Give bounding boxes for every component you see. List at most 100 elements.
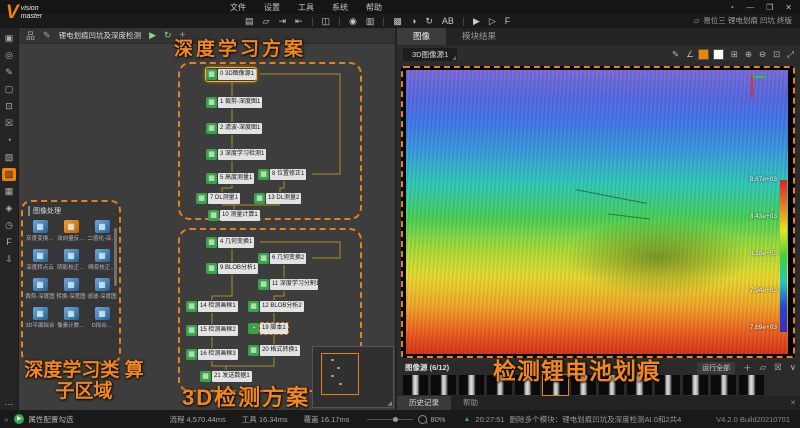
flow-tab[interactable]: 锂电划痕凹坑及深度检测 [59, 30, 142, 41]
pie-tool-icon[interactable]: ◔ [2, 134, 16, 147]
flow-run-icon[interactable]: ▶ [149, 30, 156, 41]
save-icon[interactable]: ▤ [245, 15, 254, 28]
tab-image[interactable]: 图像 [397, 28, 447, 45]
measure-icon[interactable]: ∠ [686, 49, 694, 60]
fit-icon[interactable]: ⊡ [773, 49, 780, 60]
operator-item[interactable]: ▦ 深度转点云 [25, 249, 55, 271]
calibration-matrix-icon[interactable]: ▥ [366, 15, 375, 28]
ratio-tool-icon[interactable]: ▧ [2, 151, 16, 164]
target-tool-icon[interactable]: ◎ [2, 49, 16, 62]
operator-item[interactable]: ▦ 裁剪-深度图 [25, 278, 55, 300]
zoom-in-icon[interactable]: ⊕ [745, 49, 752, 60]
minimap-viewport[interactable] [321, 353, 359, 395]
run-continuous-icon[interactable]: ▷ [489, 15, 496, 28]
open-folder-icon[interactable]: ▱ [263, 15, 270, 28]
palette-scrollbar[interactable] [114, 228, 117, 286]
export-icon[interactable]: ⇤ [295, 15, 303, 28]
pin-icon[interactable]: ◔ [729, 3, 734, 12]
flow-edit-icon[interactable]: ✎ [43, 30, 51, 41]
collapse-filmstrip-icon[interactable]: ∨ [790, 362, 796, 373]
flow-node-b9[interactable]: ▦ 20 格式转换1 [248, 344, 300, 357]
close-button[interactable]: ✕ [785, 3, 792, 12]
menu-item-1[interactable]: 设置 [264, 2, 280, 13]
flow-node-b8[interactable]: ◔ 19 脚本1 [248, 322, 289, 335]
open-image-folder-icon[interactable]: ▱ [760, 362, 767, 373]
zoom-slider-knob[interactable] [393, 416, 399, 422]
minimap-resize-handle[interactable]: ◢ [387, 400, 392, 407]
fill-tool-icon[interactable]: ◈ [2, 202, 16, 215]
operator-item[interactable]: ▦ 灰度变换… [25, 220, 55, 242]
flow-node-b7[interactable]: ▦ 12 BLOB分析2 [248, 300, 304, 313]
flow-step-icon[interactable]: ↻ [164, 30, 172, 41]
import-icon[interactable]: ⇥ [278, 15, 286, 28]
menu-item-2[interactable]: 工具 [298, 2, 314, 13]
tab-module-result[interactable]: 模块结果 [446, 28, 512, 45]
flow-node-t2[interactable]: ▦ 2 滤波-深度图1 [206, 122, 263, 135]
operator-item[interactable]: ▦ D拟合… [87, 307, 117, 329]
operator-item[interactable]: ▦ 阴影校正… [56, 249, 86, 271]
flow-node-b2[interactable]: ▦ 9 BLOB分析1 [206, 262, 259, 275]
minimize-button[interactable]: — [746, 3, 754, 12]
camera-tool-icon[interactable]: ▣ [2, 32, 16, 45]
zoom-slider[interactable] [367, 416, 414, 422]
operator-item[interactable]: ▦ 畸变校正… [87, 249, 117, 271]
layers-tool-icon[interactable]: ▢ [2, 83, 16, 96]
image-thumbnail-2[interactable] [459, 375, 484, 395]
statusbar-collapse-icon[interactable]: » [4, 415, 8, 424]
focus-tool-icon[interactable]: ⊡ [2, 100, 16, 113]
heatmap-viewer[interactable]: 8.67e+03 8.43e+03 8.18e+03 7.94e+03 7.69e+03 [401, 66, 795, 358]
image-thumbnail-12[interactable] [739, 375, 764, 395]
tab-history[interactable]: 历史记录 [397, 396, 451, 410]
histogram-tool-icon[interactable]: ▦ [2, 185, 16, 198]
image-thumbnail-11[interactable] [711, 375, 736, 395]
clear-history-icon[interactable]: ✕ [790, 399, 796, 407]
run-once-icon[interactable]: ▶ [473, 15, 480, 28]
image-source-dropdown[interactable]: 3D图像源1 [403, 48, 458, 61]
fullscreen-icon[interactable]: ⤢ [787, 49, 794, 60]
clock-tool-icon[interactable]: ◷ [2, 219, 16, 232]
operator-item[interactable]: ▦ 法向量反… [56, 220, 86, 242]
formula-tool-icon[interactable]: F [2, 236, 16, 249]
flow-icon[interactable]: 品 [26, 29, 35, 42]
flow-node-b0[interactable]: ▦ 4 几何变换1 [206, 236, 255, 249]
color-swatch-white[interactable] [712, 49, 724, 60]
operator-item[interactable]: ▦ 滤波-深度图 [87, 278, 117, 300]
image-config-tool-icon[interactable]: ▨ [2, 168, 16, 181]
draw-icon[interactable]: ✎ [672, 49, 679, 60]
operator-item[interactable]: ▦ 二值化-深… [87, 220, 117, 242]
flow-node-b3[interactable]: ▦ 11 深度学习分割1 [258, 278, 318, 291]
ab-compare-icon[interactable]: AB [442, 15, 454, 28]
film-icon[interactable]: ▩ [393, 15, 402, 28]
operator-item[interactable]: ▦ 转换-深度图 [56, 278, 86, 300]
menu-item-4[interactable]: 帮助 [366, 2, 382, 13]
center-icon[interactable]: ⊞ [731, 49, 738, 60]
formula-icon[interactable]: F [505, 15, 511, 28]
image-thumbnail-0[interactable] [403, 375, 428, 395]
flow-node-t3[interactable]: ▦ 3 深度学习检测1 [206, 148, 266, 161]
window-layout-icon[interactable]: ◫ [322, 15, 331, 28]
menu-item-0[interactable]: 文件 [230, 2, 246, 13]
flow-node-t1[interactable]: ▦ 1 裁剪-深度图1 [206, 96, 263, 109]
image-thumbnail-1[interactable] [431, 375, 456, 395]
delete-image-icon[interactable]: ☒ [774, 362, 782, 373]
flow-minimap[interactable]: ◢ [312, 346, 394, 408]
color-swatch-orange[interactable] [697, 49, 709, 60]
flow-node-b4[interactable]: ▦ 14 检测画框1 [186, 300, 238, 313]
operator-item[interactable]: ▦ 像素计数… [56, 307, 86, 329]
flow-node-t5[interactable]: ▦ 8 位置修正1 [258, 168, 307, 181]
download-tool-icon[interactable]: ⇩ [2, 253, 16, 266]
close-box-tool-icon[interactable]: ☒ [2, 117, 16, 130]
flow-node-b6[interactable]: ▦ 16 检测画框3 [186, 348, 238, 361]
log-entry[interactable]: ▲ 20:27:51 删除多个模块：锂电划痕凹坑及深度检测AI.0和2共4 [463, 414, 681, 425]
contrast-icon[interactable]: ◑ [411, 15, 416, 28]
flow-node-t7[interactable]: ▦ 13 DL测量2 [254, 192, 302, 205]
edit-tool-icon[interactable]: ✎ [2, 66, 16, 79]
add-image-icon[interactable]: ＋ [743, 362, 752, 374]
camera-icon[interactable]: ◉ [349, 15, 357, 28]
menu-item-3[interactable]: 系统 [332, 2, 348, 13]
flow-node-b5[interactable]: ▦ 15 检测画框2 [186, 324, 238, 337]
tab-help[interactable]: 帮助 [451, 396, 490, 410]
maximize-button[interactable]: ❐ [766, 3, 773, 12]
refresh-icon[interactable]: ↻ [425, 15, 433, 28]
zoom-out-icon[interactable]: ⊖ [759, 49, 766, 60]
